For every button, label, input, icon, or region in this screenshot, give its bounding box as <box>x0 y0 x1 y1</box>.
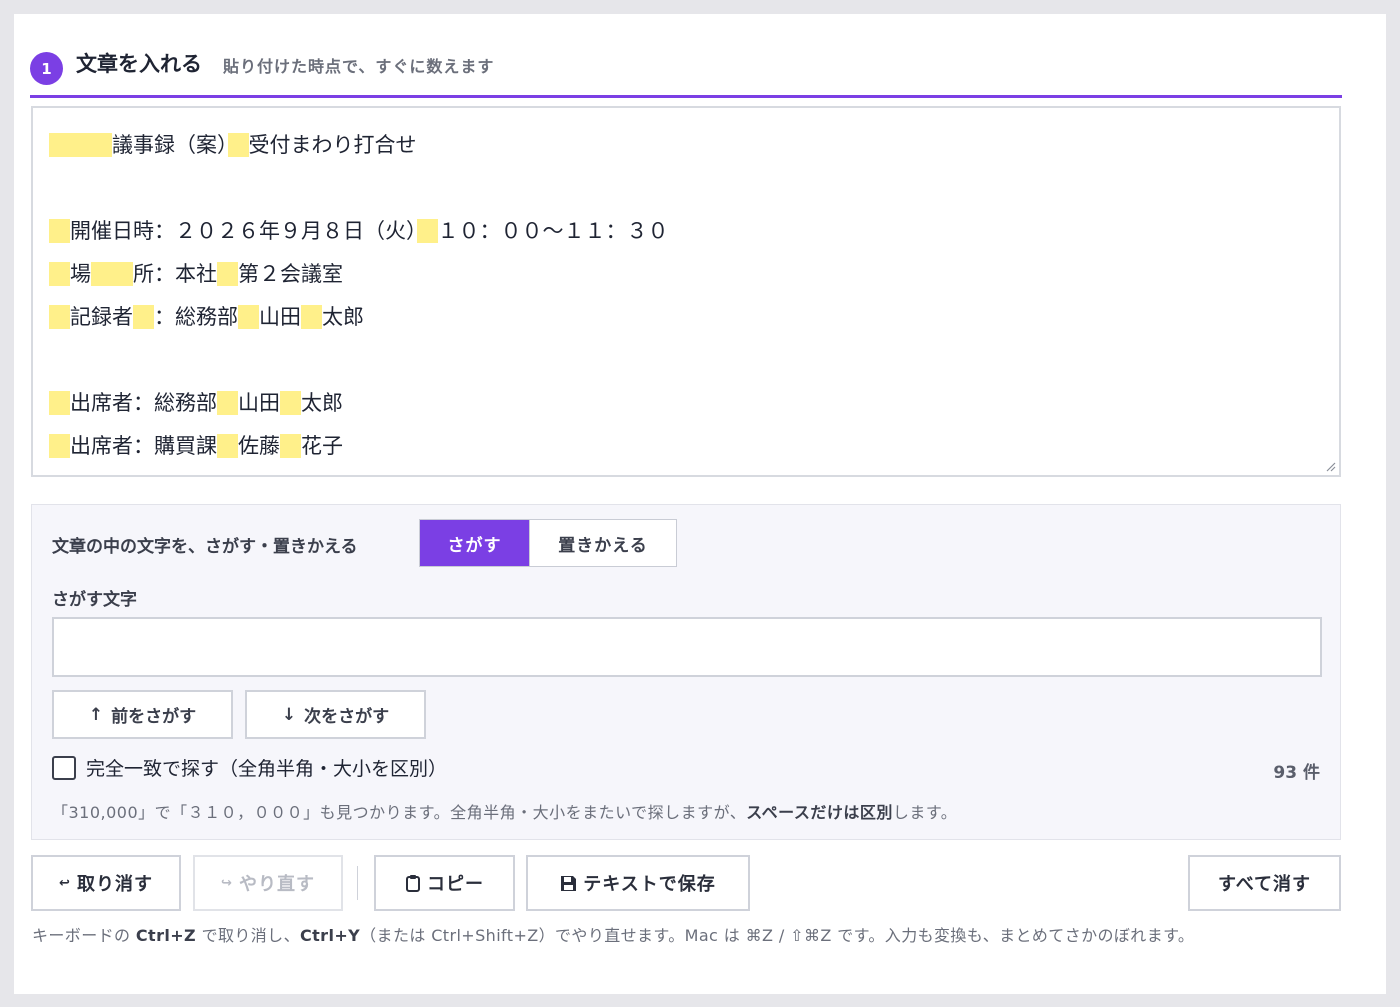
editor-line: 出席者：営業一課 鈴木 一郎 <box>49 468 1323 475</box>
tab-search[interactable]: さがす <box>420 520 529 566</box>
whitespace-highlight <box>49 219 70 243</box>
whitespace-highlight <box>227 133 249 157</box>
step-header: 1 文章を入れる 貼り付けた時点で、すぐに数えます <box>30 46 1342 98</box>
editor-line: 議事録（案） 受付まわり打合せ <box>49 124 1323 167</box>
toolbar-divider <box>357 866 358 900</box>
whitespace-highlight <box>49 434 70 458</box>
resize-grip-icon[interactable] <box>1324 460 1336 472</box>
undo-icon: ↩ <box>59 875 71 891</box>
keyboard-hint-text-2: で取り消し、 <box>196 926 300 945</box>
whitespace-highlight <box>217 391 238 415</box>
whitespace-highlight <box>280 434 301 458</box>
whitespace-highlight <box>217 262 238 286</box>
save-label: テキストで保存 <box>583 874 716 895</box>
exact-match-option[interactable]: 完全一致で探す（全角半角・大小を区別） <box>52 754 447 781</box>
find-previous-label: 前をさがす <box>111 707 197 727</box>
whitespace-highlight <box>49 305 70 329</box>
search-panel-title: 文章の中の文字を、さがす・置きかえる <box>52 537 358 557</box>
clear-all-button[interactable]: すべて消す <box>1188 855 1341 911</box>
search-hint-text: 「310,000」で「３１０，０００」も見つかります。全角半角・大小をまたいで探… <box>52 803 747 822</box>
whitespace-highlight <box>133 305 154 329</box>
step-subtitle: 貼り付けた時点で、すぐに数えます <box>223 57 495 76</box>
floppy-disk-icon <box>561 875 577 891</box>
search-hint: 「310,000」で「３１０，０００」も見つかります。全角半角・大小をまたいで探… <box>52 799 957 823</box>
clipboard-icon <box>406 875 420 892</box>
undo-button[interactable]: ↩ 取り消す <box>31 855 181 911</box>
editor-line: 出席者：購買課 佐藤 花子 <box>49 425 1323 468</box>
whitespace-highlight <box>217 434 238 458</box>
search-field-label: さがす文字 <box>52 590 137 610</box>
keyboard-hint: キーボードの Ctrl+Z で取り消し、Ctrl+Y（または Ctrl+Shif… <box>32 922 1194 946</box>
whitespace-highlight <box>238 305 259 329</box>
keyboard-hint-text-3: （または Ctrl+Shift+Z）でやり直せます。Mac は ⌘Z / ⇧⌘Z… <box>360 926 1195 945</box>
match-count: 93 件 <box>1273 763 1320 783</box>
editor-line: 開催日時：２０２６年９月８日（火） １０：００～１１：３０ <box>49 210 1323 253</box>
whitespace-highlight <box>301 305 322 329</box>
editor-line: 記録者 ：総務部 山田 太郎 <box>49 296 1323 339</box>
step-title: 文章を入れる <box>76 52 202 76</box>
tab-replace[interactable]: 置きかえる <box>529 520 676 566</box>
search-panel: 文章の中の文字を、さがす・置きかえる さがす 置きかえる さがす文字 ↑ 前をさ… <box>31 504 1341 840</box>
arrow-up-icon: ↑ <box>88 704 104 725</box>
redo-label: やり直す <box>238 874 315 895</box>
redo-button[interactable]: ↪ やり直す <box>193 855 343 911</box>
find-next-button[interactable]: ↓ 次をさがす <box>245 690 426 739</box>
whitespace-highlight <box>91 262 133 286</box>
find-next-label: 次をさがす <box>304 707 390 727</box>
exact-match-checkbox[interactable] <box>52 755 76 780</box>
editor-line: 場 所：本社 第２会議室 <box>49 253 1323 296</box>
whitespace-highlight <box>49 262 70 286</box>
keyboard-hint-text-1: キーボードの <box>32 926 136 945</box>
step-number-badge: 1 <box>30 52 63 85</box>
clear-all-label: すべて消す <box>1217 874 1312 895</box>
redo-icon: ↪ <box>221 875 233 891</box>
undo-label: 取り消す <box>76 874 153 895</box>
text-editor[interactable]: 議事録（案） 受付まわり打合せ 開催日時：２０２６年９月８日（火） １０：００～… <box>31 106 1341 477</box>
arrow-down-icon: ↓ <box>281 704 297 725</box>
undo-shortcut: Ctrl+Z <box>135 926 197 945</box>
exact-match-label[interactable]: 完全一致で探す（全角半角・大小を区別） <box>86 754 447 781</box>
whitespace-highlight <box>280 391 301 415</box>
copy-label: コピー <box>427 874 484 895</box>
whitespace-highlight <box>416 219 438 243</box>
search-input[interactable] <box>52 617 1322 677</box>
mode-tabs: さがす 置きかえる <box>419 519 677 567</box>
find-previous-button[interactable]: ↑ 前をさがす <box>52 690 233 739</box>
save-text-button[interactable]: テキストで保存 <box>526 855 750 911</box>
whitespace-highlight <box>49 391 70 415</box>
whitespace-highlight <box>49 133 112 157</box>
editor-line: 出席者：総務部 山田 太郎 <box>49 382 1323 425</box>
redo-shortcut: Ctrl+Y <box>299 926 361 945</box>
search-hint-tail: します。 <box>892 803 958 822</box>
search-hint-emphasis: スペースだけは区別 <box>746 803 893 822</box>
copy-button[interactable]: コピー <box>374 855 515 911</box>
